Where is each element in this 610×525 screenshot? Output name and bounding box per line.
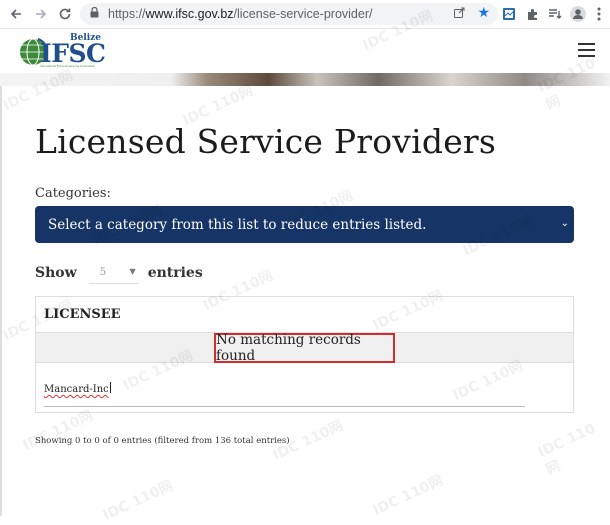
- no-records-text: No matching records found: [216, 332, 361, 364]
- page-length-control: Show 5 ▼ entries: [35, 262, 203, 284]
- show-label: Show: [35, 265, 77, 281]
- chevron-down-icon: ⌄: [560, 218, 569, 229]
- extension-icon[interactable]: [499, 4, 519, 24]
- categories-label: Categories:: [35, 186, 111, 201]
- category-select[interactable]: Select a category from this list to redu…: [35, 206, 574, 243]
- profile-icon[interactable]: [568, 4, 588, 24]
- header-banner-image: [0, 73, 610, 86]
- share-icon[interactable]: [453, 6, 466, 22]
- url-path: /license-service-provider/: [233, 7, 373, 21]
- category-select-value: Select a category from this list to redu…: [48, 216, 427, 233]
- hamburger-menu-icon[interactable]: [578, 43, 595, 57]
- url-domain: www.ifsc.gov.bz: [145, 7, 234, 21]
- table-row-empty: No matching records found: [36, 332, 573, 364]
- text-cursor: [109, 382, 111, 393]
- no-records-message: No matching records found: [214, 332, 395, 364]
- page-length-select[interactable]: 5 ▼: [88, 262, 139, 284]
- dropdown-arrow-icon: ▼: [129, 267, 136, 276]
- licensee-filter-input[interactable]: Mancard-Inc: [44, 377, 525, 407]
- forward-arrow-icon[interactable]: [31, 4, 51, 24]
- back-arrow-icon[interactable]: [6, 4, 26, 24]
- site-logo[interactable]: Belize IFSC International Financial Serv…: [18, 33, 108, 71]
- address-bar[interactable]: https://www.ifsc.gov.bz/license-service-…: [80, 3, 498, 25]
- star-icon[interactable]: ★: [477, 5, 490, 21]
- table-info: Showing 0 to 0 of 0 entries (filtered fr…: [35, 436, 290, 446]
- lock-icon[interactable]: [90, 6, 104, 21]
- licensee-table: LICENSEE No matching records found Manca…: [35, 296, 574, 413]
- logo-tagline: International Financial Services Commiss…: [40, 65, 96, 68]
- url-scheme: https://: [108, 7, 146, 21]
- entries-label: entries: [147, 265, 203, 281]
- puzzle-icon[interactable]: [522, 4, 542, 24]
- reading-list-icon[interactable]: [545, 4, 565, 24]
- page-length-value: 5: [99, 267, 107, 278]
- menu-dots-icon[interactable]: [589, 4, 609, 24]
- logo-text: IFSC: [40, 39, 106, 68]
- filter-input-value: Mancard-Inc: [44, 384, 109, 395]
- reload-icon[interactable]: [55, 4, 75, 24]
- column-header-licensee[interactable]: LICENSEE: [36, 297, 573, 333]
- browser-toolbar: https://www.ifsc.gov.bz/license-service-…: [0, 0, 610, 29]
- page-title: Licensed Service Providers: [35, 122, 497, 161]
